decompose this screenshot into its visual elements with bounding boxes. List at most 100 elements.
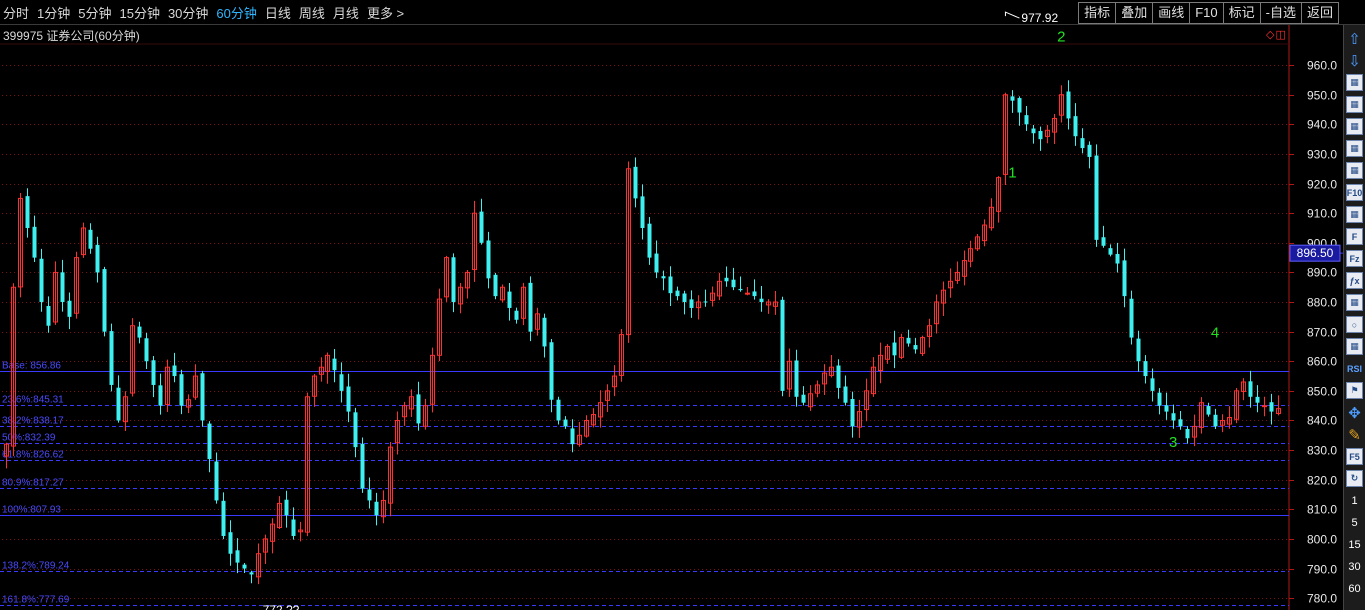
candle-body <box>570 428 575 445</box>
candle-body <box>367 489 372 501</box>
y-tick-label: 940.0 <box>1307 118 1337 132</box>
high-label: 977.92 <box>1021 11 1058 25</box>
y-tick-label: 830.0 <box>1307 444 1337 458</box>
candle-body <box>116 387 121 421</box>
candle-body <box>25 196 30 229</box>
table-icon[interactable]: ▦ <box>1346 162 1363 179</box>
candle-body <box>556 399 561 421</box>
candle-body <box>214 461 219 501</box>
f5-icon[interactable]: F5 <box>1346 448 1363 465</box>
candle-body <box>1206 406 1211 415</box>
arrow-down-icon[interactable]: ⇩ <box>1346 52 1363 70</box>
candle-body <box>46 306 51 326</box>
candle-body <box>1255 396 1260 403</box>
wave-label: 4 <box>1211 325 1219 342</box>
candle-body <box>1094 155 1099 240</box>
candle-body <box>249 572 254 575</box>
sidebar-period-2[interactable]: 15 <box>1346 536 1363 554</box>
candle-body <box>39 258 44 303</box>
candle-body <box>32 226 37 258</box>
flag-icon[interactable]: ⚑ <box>1346 382 1363 399</box>
circle-icon[interactable]: ○ <box>1346 316 1363 333</box>
candle-body <box>1073 116 1078 137</box>
fz-icon[interactable]: Fz <box>1346 250 1363 267</box>
candle-body <box>1178 419 1183 427</box>
candle-body <box>1164 405 1169 412</box>
candle-body <box>542 317 547 347</box>
sidebar-period-3[interactable]: 30 <box>1346 558 1363 576</box>
sidebar-period-0[interactable]: 1 <box>1346 492 1363 510</box>
pencil-icon[interactable]: ✎ <box>1346 426 1363 444</box>
candle-body <box>493 274 498 297</box>
right-sidebar: ⇧ ⇩ ▦ ▦ ▦ ▦ ▦ F10 ▦ F Fz ƒx ▦ ○ ▦ RSI ⚑ ✥ ✎ F5 ↻ 1 5 15 30 60 <box>1343 25 1365 610</box>
candle-body <box>416 394 421 424</box>
fx-icon[interactable]: ƒx <box>1346 272 1363 289</box>
y-tick-label: 850.0 <box>1307 385 1337 399</box>
grid-icon[interactable]: ▦ <box>1346 74 1363 91</box>
candle-body <box>207 423 212 459</box>
fib-label: 61.8%:826.62 <box>2 450 64 461</box>
candle-body <box>507 291 512 308</box>
candle-body <box>675 290 680 297</box>
y-tick-label: 780.0 <box>1307 592 1337 606</box>
book-icon[interactable]: ▦ <box>1346 294 1363 311</box>
y-tick-label: 810.0 <box>1307 503 1337 517</box>
candle-body <box>137 326 142 338</box>
f-icon[interactable]: F <box>1346 228 1363 245</box>
candle-body <box>1150 378 1155 391</box>
grid-lines <box>0 25 1290 610</box>
candle-body <box>514 310 519 320</box>
candle-body <box>200 373 205 421</box>
y-tick-label: 860.0 <box>1307 355 1337 369</box>
candle-body <box>703 301 708 303</box>
arrow-up-icon[interactable]: ⇧ <box>1346 30 1363 48</box>
candle-body <box>724 277 729 282</box>
y-tick-label: 790.0 <box>1307 563 1337 577</box>
fib-label: 50%:832.39 <box>2 433 56 444</box>
note-icon[interactable]: ▦ <box>1346 338 1363 355</box>
line-chart-icon[interactable]: ▦ <box>1346 118 1363 135</box>
candle-icon[interactable]: ▦ <box>1346 140 1363 157</box>
y-tick-label: 910.0 <box>1307 207 1337 221</box>
candle-body <box>640 196 645 229</box>
candle-body <box>1080 138 1085 149</box>
candle-body <box>654 253 659 273</box>
sidebar-period-4[interactable]: 60 <box>1346 580 1363 598</box>
y-tick-label: 960.0 <box>1307 59 1337 73</box>
refresh-icon[interactable]: ↻ <box>1346 470 1363 487</box>
candle-body <box>95 244 100 273</box>
sidebar-period-1[interactable]: 5 <box>1346 514 1363 532</box>
candle-body <box>563 419 568 427</box>
y-tick-label: 820.0 <box>1307 474 1337 488</box>
f10-icon[interactable]: F10 <box>1346 184 1363 201</box>
candle-body <box>228 532 233 554</box>
move-icon[interactable]: ✥ <box>1346 404 1363 422</box>
candle-body <box>1066 91 1071 119</box>
price-axis: 780.0 790.0 800.0 810.0 820.0 830.0 840.0 850.0… <box>1289 59 1343 606</box>
candlestick-chart[interactable]: Base: 856.8623.6%:845.3138.2%:838.1750%:… <box>0 0 1343 610</box>
candle-body <box>346 386 351 412</box>
candle-body <box>242 564 247 569</box>
candle-body <box>549 342 554 400</box>
candle-body <box>284 499 289 516</box>
candle-body <box>1185 428 1190 439</box>
stack-icon[interactable]: ▦ <box>1346 206 1363 223</box>
candle-body <box>1122 260 1127 297</box>
candle-body <box>1038 130 1043 140</box>
candle-body <box>668 276 673 294</box>
candle-body <box>479 211 484 243</box>
y-tick-label: 930.0 <box>1307 148 1337 162</box>
candle-body <box>759 298 764 303</box>
fib-label: Base: 856.86 <box>2 361 61 372</box>
candle-body <box>1262 405 1267 408</box>
list-icon[interactable]: ▦ <box>1346 96 1363 113</box>
annotations: 977.92 772.?? 1 2 3 4 <box>263 11 1220 610</box>
wave-label: 3 <box>1169 434 1177 451</box>
candle-body <box>752 291 757 297</box>
rsi-icon[interactable]: RSI <box>1346 360 1363 377</box>
candle-body <box>633 166 638 199</box>
candle-body <box>158 385 163 406</box>
candle-body <box>1010 96 1015 101</box>
candle-body <box>88 229 93 249</box>
y-tick-label: 870.0 <box>1307 326 1337 340</box>
